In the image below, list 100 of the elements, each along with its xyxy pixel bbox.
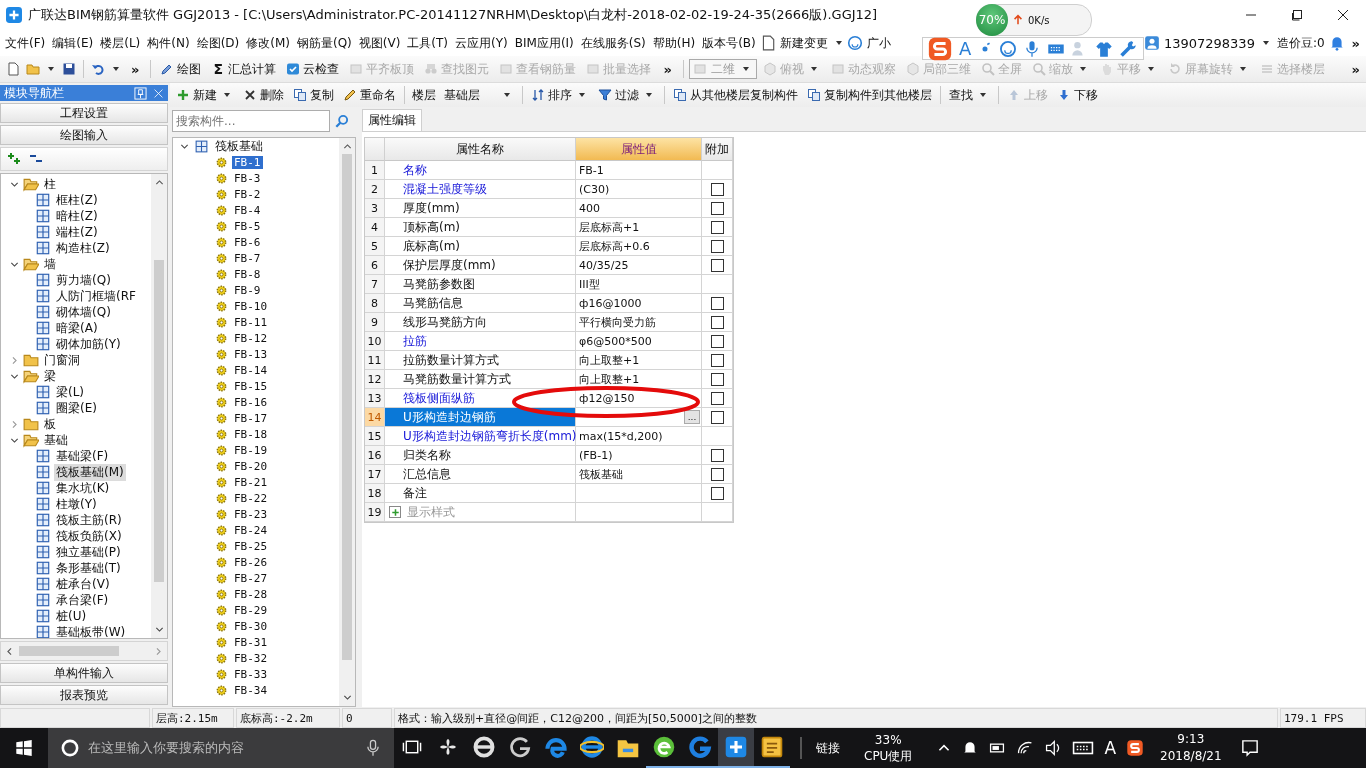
toolbar-button[interactable]: 复制构件到其他楼层 [803,85,936,105]
tree-item[interactable]: 圈梁(E) [54,399,99,417]
tree-item[interactable]: FB-11 [232,315,270,329]
checkbox[interactable] [710,486,724,500]
property-value[interactable]: 40/35/25 [576,256,702,275]
checkbox[interactable] [710,372,724,386]
tree-item[interactable]: 桩承台(V) [54,575,112,593]
tree-item[interactable]: FB-34 [232,683,270,697]
tree-item[interactable]: FB-12 [232,331,270,345]
overflow-chevron[interactable]: » [1345,61,1366,77]
tree-item[interactable]: 筏板负筋(X) [54,527,124,545]
menu-item[interactable]: 楼层(L) [97,32,144,54]
nav-section-button[interactable]: 绘图输入 [0,125,168,145]
tree-item[interactable]: FB-33 [232,667,270,681]
checkbox[interactable] [710,258,724,272]
toolbar-button[interactable]: 复制 [289,85,338,105]
tree-item[interactable]: 集水坑(K) [54,479,112,497]
bell-icon[interactable] [962,740,979,756]
toolbar-button[interactable]: 新建 [172,85,238,105]
tree-item[interactable]: 板 [42,415,58,433]
ime-mode[interactable]: A [959,38,972,59]
checkbox[interactable] [710,353,724,367]
tree-item[interactable]: 桩(U) [54,607,89,625]
tree-item[interactable]: 门窗洞 [42,351,82,369]
horizontal-scrollbar[interactable] [0,641,168,661]
tree-item[interactable]: 墙 [42,255,58,273]
tree-item[interactable]: FB-28 [232,587,270,601]
checkbox[interactable] [710,448,724,462]
pin-icon[interactable] [134,86,147,100]
tree-item[interactable]: 剪力墙(Q) [54,271,113,289]
nav-section-button[interactable]: 报表预览 [0,685,168,705]
tree-item[interactable]: FB-29 [232,603,270,617]
tree-item[interactable]: 砌体墙(Q) [54,303,113,321]
assistant-button[interactable]: 广小 [863,32,894,54]
tree-item[interactable]: FB-10 [232,299,270,313]
toolbar-button[interactable]: 从其他楼层复制构件 [669,85,802,105]
toolbar-button[interactable]: 绘图 [156,59,206,79]
tree-item[interactable]: 筏板主筋(R) [54,511,124,529]
menu-item[interactable]: 帮助(H) [649,32,699,54]
account-button[interactable]: 13907298339 [1160,33,1258,53]
tree-item[interactable]: FB-17 [232,411,270,425]
tree-item[interactable]: 柱墩(Y) [54,495,99,513]
clock-time[interactable]: 9:13 [1177,731,1205,748]
tree-item[interactable]: FB-1 [232,155,263,169]
menu-item[interactable]: 编辑(E) [49,32,97,54]
wrench-icon[interactable] [1119,39,1138,58]
tree-item[interactable]: 基础 [42,431,70,449]
menu-item[interactable]: 版本号(B) [699,32,759,54]
menu-item[interactable]: 修改(M) [243,32,293,54]
menu-item[interactable]: 绘图(D) [193,32,243,54]
tree-item[interactable]: 人防门框墙(RF [54,287,138,305]
tree-item[interactable]: FB-6 [232,235,263,249]
property-value[interactable]: (C30) [576,180,702,199]
property-value[interactable]: 筏板基础 [576,465,702,484]
overflow-chevron[interactable]: » [1345,35,1366,51]
floor-select[interactable]: 基础层 [440,86,518,104]
checkbox[interactable] [710,296,724,310]
property-value[interactable]: FB-1 [576,161,702,180]
property-value[interactable]: 向上取整+1 [576,370,702,389]
tree-item[interactable]: 筏板基础 [213,138,265,155]
menu-item[interactable]: 构件(N) [144,32,193,54]
toolbar-button[interactable]: 下移 [1053,85,1102,105]
properties-tab[interactable]: 属性编辑 [362,109,422,131]
ellipsis-button[interactable]: ... [684,410,700,424]
tree-item[interactable]: 梁 [42,367,58,385]
menu-item[interactable]: 钢筋量(Q) [293,32,355,54]
clock-date[interactable]: 2018/8/21 [1160,748,1222,765]
toolbar-button[interactable]: 查找 [945,85,994,105]
vertical-scrollbar[interactable] [339,138,355,706]
checkbox[interactable] [710,201,724,215]
search-field[interactable]: 搜索构件... [172,110,330,132]
tree-item[interactable]: FB-9 [232,283,263,297]
tree-item[interactable]: FB-15 [232,379,270,393]
menu-item[interactable]: 在线服务(S) [577,32,649,54]
menu-item[interactable]: 视图(V) [355,32,404,54]
toolbar-button[interactable]: Σ 汇总计算 [207,59,281,79]
checkbox[interactable] [710,239,724,253]
toolbar-button[interactable]: 云检查 [282,59,344,79]
checkbox[interactable] [710,391,724,405]
nav-section-button[interactable]: 单构件输入 [0,663,168,683]
speed-widget[interactable]: 70% 0K/s [976,4,1092,36]
property-value[interactable]: ф12@150 [576,389,702,408]
taskbar-app[interactable] [718,728,754,768]
menu-item[interactable]: 文件(F) [2,32,49,54]
tree-item[interactable]: FB-26 [232,555,270,569]
tree-item[interactable]: 独立基础(P) [54,543,123,561]
tree-item[interactable]: 基础梁(F) [54,447,111,465]
expand-all-icon[interactable] [7,152,21,166]
tree-item[interactable]: FB-21 [232,475,270,489]
menu-item[interactable]: 云应用(Y) [452,32,511,54]
tree-item[interactable]: FB-20 [232,459,270,473]
links-toolbar[interactable]: 链接 [816,739,840,757]
property-value[interactable]: 层底标高+1 [576,218,702,237]
tree-item[interactable]: FB-25 [232,539,270,553]
tree-item[interactable]: FB-14 [232,363,270,377]
property-value[interactable]: ф16@1000 [576,294,702,313]
tree-item[interactable]: FB-5 [232,219,263,233]
tree-item[interactable]: FB-4 [232,203,263,217]
property-value[interactable]: (FB-1) [576,446,702,465]
tree-item[interactable]: FB-31 [232,635,270,649]
